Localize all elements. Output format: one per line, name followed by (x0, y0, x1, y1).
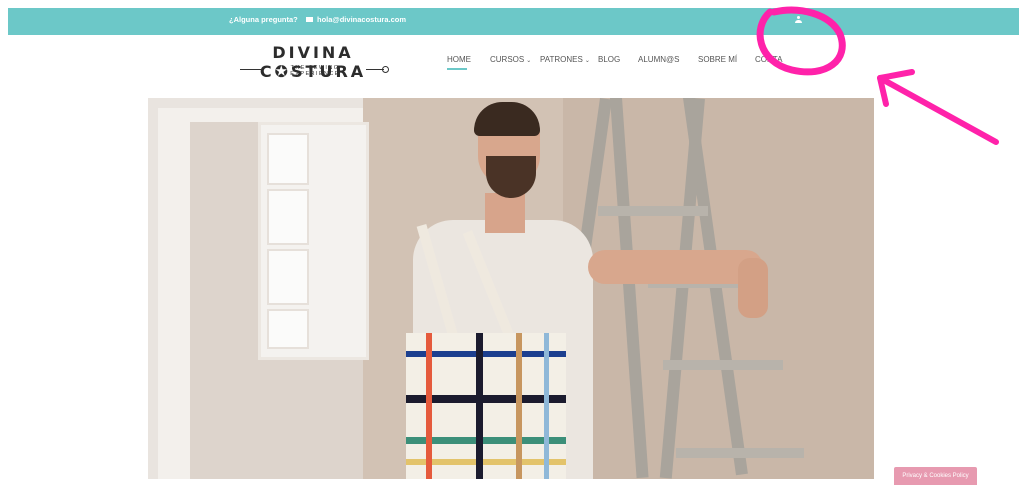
annotation-arrow-shaft (877, 75, 999, 145)
annotation-circle (756, 6, 846, 76)
annotation-overlay (756, 6, 999, 145)
